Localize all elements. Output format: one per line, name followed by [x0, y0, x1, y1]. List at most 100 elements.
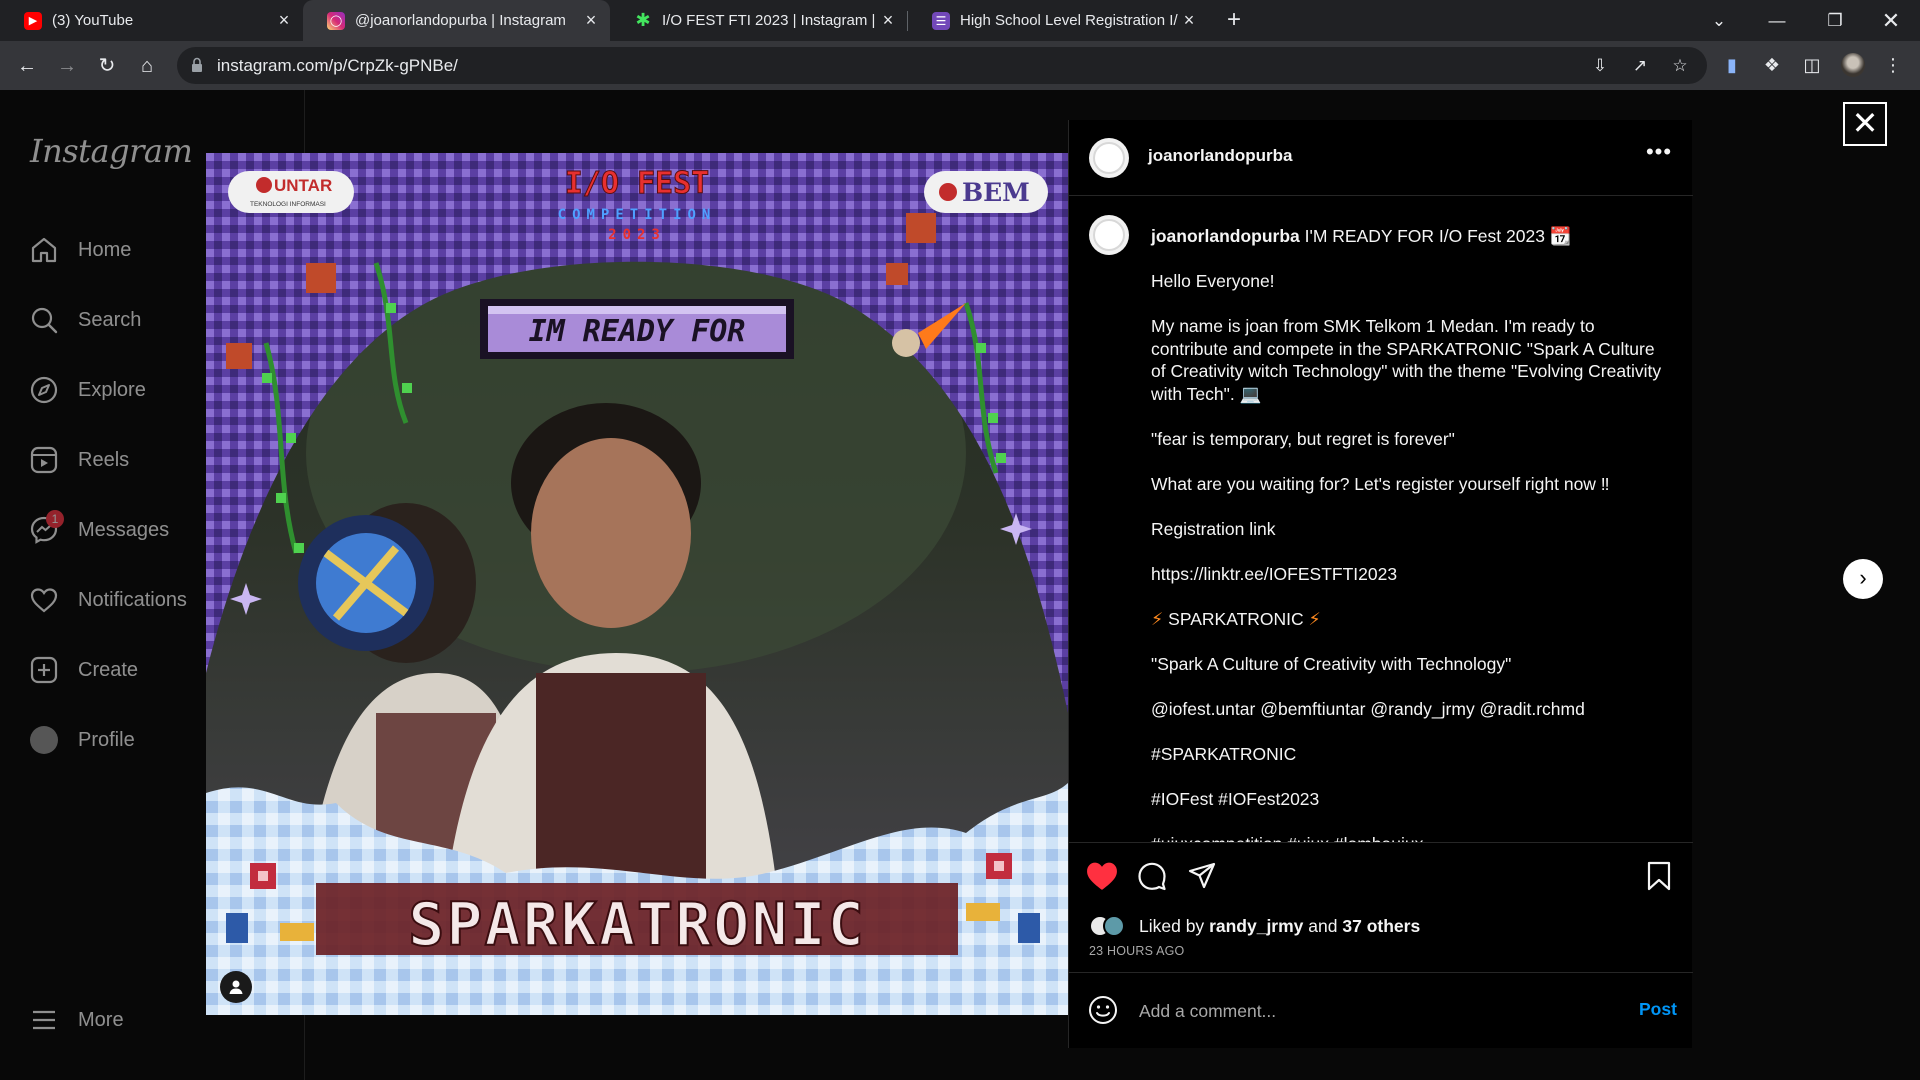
tab-close-icon[interactable]: × [275, 10, 293, 31]
comment-bubble-icon [1138, 862, 1166, 891]
tagged-users-button[interactable] [220, 971, 252, 1003]
bem-badge-text: BEM [962, 178, 1030, 207]
lightning-emoji-icon: ⚡ [1308, 608, 1321, 629]
emoji-icon[interactable] [1088, 995, 1118, 1025]
restore-button[interactable]: ❐ [1806, 0, 1864, 41]
extension-icon[interactable]: ▮ [1718, 51, 1746, 79]
install-app-icon[interactable]: ⇩ [1589, 56, 1611, 76]
share-icon[interactable]: ↗ [1629, 56, 1651, 76]
liked-by-others[interactable]: 37 others [1342, 916, 1420, 937]
window-close-button[interactable]: ✕ [1862, 0, 1920, 41]
caption-line: My name is joan from SMK Telkom 1 Medan.… [1151, 316, 1662, 404]
home-button[interactable]: ⌂ [131, 50, 163, 82]
minimize-button[interactable]: — [1748, 0, 1806, 41]
liked-by-summary: Liked by randy_jrmy and 37 others [1089, 915, 1420, 937]
back-button[interactable]: ← [11, 50, 43, 82]
caption-username[interactable]: joanorlandopurba [1151, 226, 1300, 246]
forward-button[interactable]: → [51, 50, 83, 82]
search-icon [28, 304, 60, 336]
browser-toolbar: ← → ↻ ⌂ instagram.com/p/CrpZk-gPNBe/ ⇩ ↗… [0, 41, 1920, 90]
lock-icon [192, 57, 202, 72]
tab-close-icon[interactable]: × [879, 10, 897, 31]
like-button[interactable] [1085, 859, 1119, 893]
sidebar-item-messages[interactable]: 1 Messages [28, 510, 169, 550]
tab-linktree[interactable]: ✱ I/O FEST FTI 2023 | Instagram | Li × [610, 0, 907, 41]
browser-tabstrip: ▶ (3) YouTube × ◯ @joanorlandopurba | In… [0, 0, 1920, 41]
paper-plane-icon [1188, 862, 1216, 889]
author-username[interactable]: joanorlandopurba [1148, 146, 1293, 166]
instagram-page: Instagram Home Search Explore Reels 1 Me… [0, 90, 1920, 1080]
liked-by-label: Liked by [1139, 915, 1205, 936]
caption-hashtags[interactable]: #IOFest #IOFest2023 [1151, 788, 1666, 811]
instagram-logo[interactable]: Instagram [30, 132, 193, 170]
tab-youtube[interactable]: ▶ (3) YouTube × [0, 0, 303, 41]
instagram-icon: ◯ [327, 11, 345, 30]
caption-mentions[interactable]: @iofest.untar @bemftiuntar @randy_jrmy @… [1151, 698, 1666, 721]
sidebar-item-notifications[interactable]: Notifications [28, 580, 187, 620]
author-avatar[interactable] [1089, 138, 1129, 178]
tab-close-icon[interactable]: × [1180, 10, 1198, 31]
sidebar-item-label: Reels [78, 448, 130, 471]
lightning-emoji-icon: ⚡ [1151, 608, 1164, 629]
registration-link[interactable]: https://linktr.ee/IOFESTFTI2023 [1151, 563, 1666, 586]
sidebar-item-more[interactable]: More [28, 1000, 124, 1040]
sidebar-item-label: Notifications [78, 588, 187, 611]
tab-close-icon[interactable]: × [582, 10, 600, 31]
post-timestamp[interactable]: 23 HOURS AGO [1089, 944, 1185, 958]
caption-hashtags[interactable]: #uiuxcompetition #uiux #lombauiux [1151, 833, 1666, 843]
sidebar-item-reels[interactable]: Reels [28, 440, 129, 480]
comment-form: Post [1069, 972, 1693, 1048]
sidebar-item-search[interactable]: Search [28, 300, 141, 340]
sidebar-item-explore[interactable]: Explore [28, 370, 146, 410]
post-comment-button[interactable]: Post [1639, 999, 1677, 1020]
bookmark-icon [1647, 861, 1671, 891]
caption-line: What are you waiting for? Let's register… [1151, 473, 1610, 494]
profile-avatar [28, 724, 60, 756]
person-icon [229, 980, 243, 994]
laptop-emoji-icon: 💻 [1239, 383, 1262, 404]
caption-scroll-area[interactable]: joanorlandopurba I'M READY FOR I/O Fest … [1069, 197, 1693, 842]
untar-badge-subtext: TEKNOLOGI INFORMASI [250, 201, 326, 208]
bookmark-star-icon[interactable]: ☆ [1669, 56, 1691, 76]
sidebar-item-label: Messages [78, 518, 170, 541]
tab-title: I/O FEST FTI 2023 | Instagram | Li [662, 12, 879, 29]
comment-input[interactable] [1139, 997, 1589, 1025]
untar-badge-text: UNTAR [274, 176, 332, 195]
share-button[interactable] [1185, 859, 1219, 893]
caption-line: "fear is temporary, but regret is foreve… [1151, 428, 1455, 449]
liked-by-user[interactable]: randy_jrmy [1209, 916, 1303, 937]
profile-avatar[interactable] [1841, 53, 1865, 77]
post-image[interactable]: UNTAR TEKNOLOGI INFORMASI BEM I/O FEST C… [206, 153, 1068, 1015]
side-panel-icon[interactable]: ◫ [1798, 51, 1826, 79]
address-bar[interactable]: instagram.com/p/CrpZk-gPNBe/ ⇩ ↗ ☆ [177, 47, 1707, 84]
tab-instagram[interactable]: ◯ @joanorlandopurba | Instagram × [303, 0, 610, 41]
post-caption: joanorlandopurba I'M READY FOR I/O Fest … [1151, 225, 1666, 842]
io-fest-title: I/O FEST [565, 166, 710, 201]
new-tab-button[interactable]: + [1220, 6, 1248, 34]
heart-icon [28, 584, 60, 616]
tab-search-icon[interactable]: ⌄ [1690, 0, 1748, 41]
tab-forms[interactable]: ☰ High School Level Registration I/ × [908, 0, 1208, 41]
caption-hashtags[interactable]: #SPARKATRONIC [1151, 743, 1666, 766]
sidebar-item-label: More [78, 1008, 124, 1031]
close-modal-button[interactable]: ✕ [1843, 102, 1887, 146]
save-button[interactable] [1642, 859, 1676, 893]
competition-subtitle: COMPETITION [558, 207, 717, 223]
caption-line: Registration link [1151, 518, 1276, 539]
sidebar-item-profile[interactable]: Profile [28, 720, 135, 760]
next-post-button[interactable]: › [1843, 559, 1883, 599]
sidebar-item-home[interactable]: Home [28, 230, 131, 270]
comment-button[interactable] [1135, 859, 1169, 893]
reels-icon [28, 444, 60, 476]
sidebar-item-create[interactable]: Create [28, 650, 138, 690]
sidebar-item-label: Search [78, 308, 142, 331]
puzzle-extensions-icon[interactable]: ❖ [1758, 51, 1786, 79]
menu-kebab-icon[interactable]: ⋮ [1879, 51, 1907, 79]
liker-avatar[interactable] [1103, 915, 1125, 937]
caption-author-avatar[interactable] [1089, 215, 1129, 255]
more-options-icon[interactable]: ••• [1639, 134, 1679, 174]
home-icon [28, 234, 60, 266]
reload-button[interactable]: ↻ [91, 50, 123, 82]
linktree-icon: ✱ [635, 10, 651, 30]
unread-badge: 1 [46, 510, 64, 528]
